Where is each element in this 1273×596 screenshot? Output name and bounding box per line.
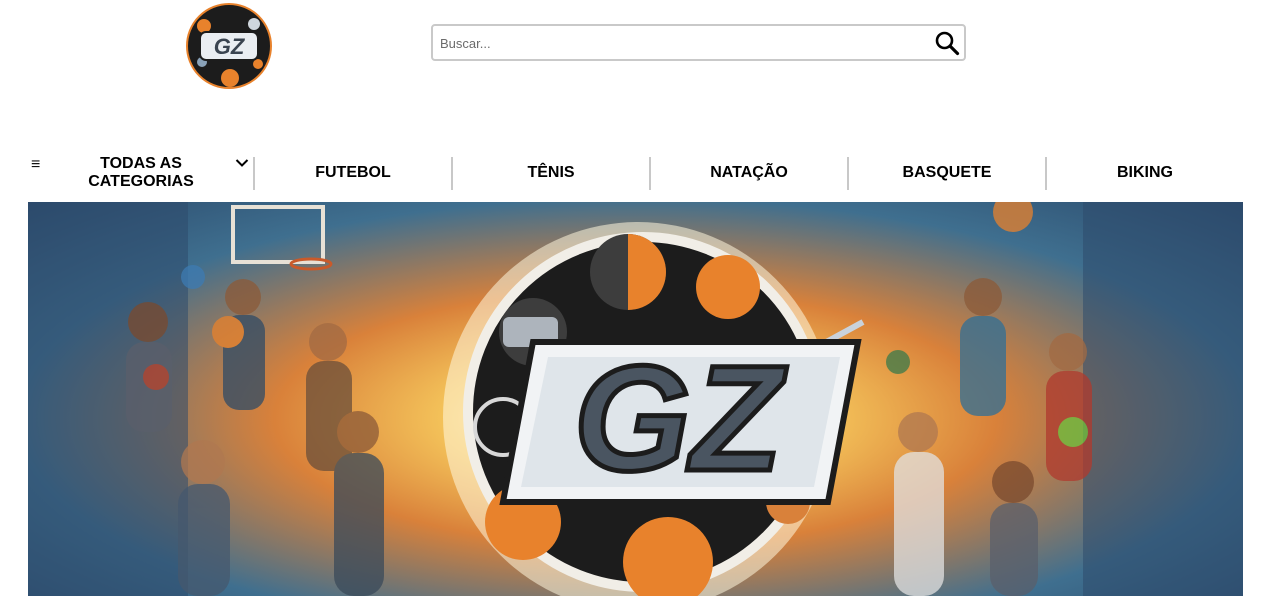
logo-text: GZ xyxy=(214,34,246,59)
category-nav: ≡ TODAS AS CATEGORIAS FUTEBOL TÊNIS NATA… xyxy=(28,150,1243,196)
search-button[interactable] xyxy=(932,28,962,58)
logo-emblem: GZ xyxy=(186,3,272,89)
search-input[interactable] xyxy=(438,26,932,61)
hamburger-icon: ≡ xyxy=(31,156,41,173)
nav-item-futebol[interactable]: FUTEBOL xyxy=(255,150,451,196)
nav-item-natacao[interactable]: NATAÇÃO xyxy=(651,150,847,196)
banner-logo-text: GZ xyxy=(574,334,788,502)
nav-item-biking[interactable]: BIKING xyxy=(1047,150,1243,196)
search-bar xyxy=(431,24,966,61)
nav-item-basquete[interactable]: BASQUETE xyxy=(849,150,1045,196)
hero-banner-artwork: GZ xyxy=(28,202,1243,596)
all-categories-label: TODAS AS CATEGORIAS xyxy=(88,155,194,190)
chevron-down-icon xyxy=(235,159,249,167)
all-categories-button[interactable]: ≡ TODAS AS CATEGORIAS xyxy=(28,150,253,196)
nav-item-tenis[interactable]: TÊNIS xyxy=(453,150,649,196)
hero-banner[interactable]: GZ xyxy=(28,202,1243,596)
search-icon xyxy=(935,31,960,56)
site-logo[interactable]: GZ xyxy=(182,0,276,92)
